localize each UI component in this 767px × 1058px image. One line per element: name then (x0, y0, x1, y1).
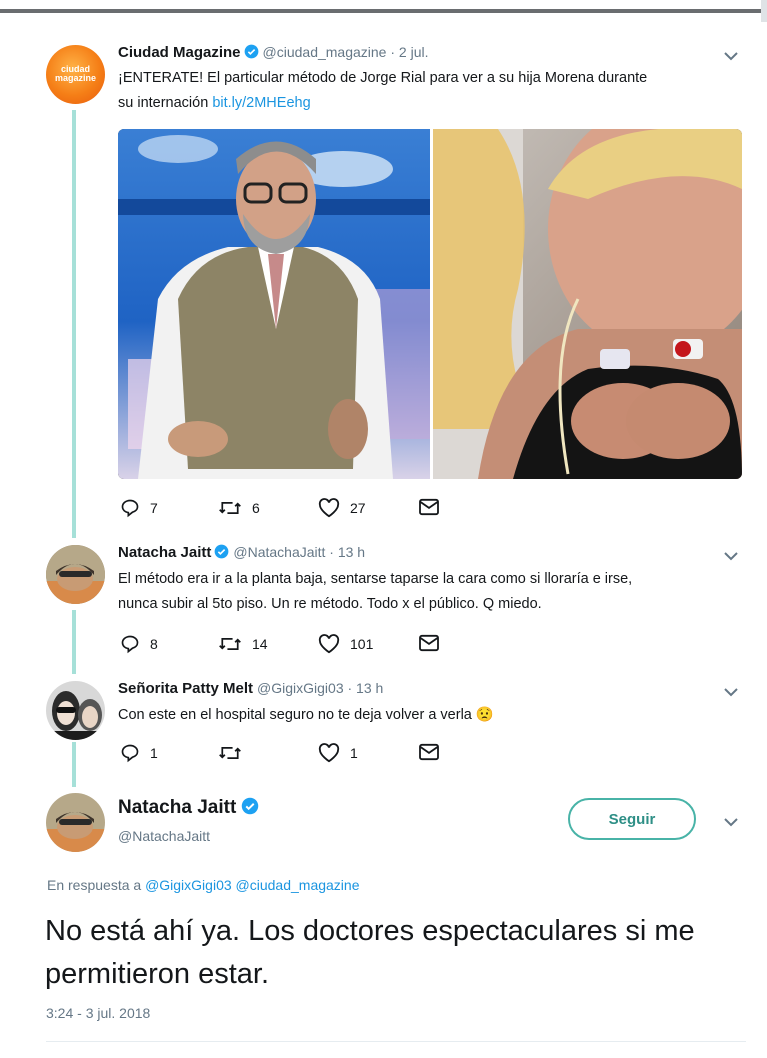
like-icon (318, 498, 340, 518)
tweet-text-plain: su internación (118, 95, 213, 111)
message-button[interactable] (418, 634, 440, 652)
main-author-handle[interactable]: @NatachaJaitt (118, 828, 210, 844)
main-author-name[interactable]: Natacha Jaitt (118, 797, 236, 818)
follow-button[interactable]: Seguir (568, 798, 696, 840)
avatar-photo (46, 545, 105, 604)
reply-context: En respuesta a @GigixGigi03 @ciudad_maga… (47, 877, 360, 893)
avatar-patty-melt[interactable] (46, 681, 105, 740)
tweet-text-line: El método era ir a la planta baja, senta… (118, 571, 633, 587)
media-images (118, 129, 742, 479)
retweet-count: 14 (252, 636, 268, 652)
chevron-down-icon[interactable] (724, 687, 738, 697)
like-icon (318, 634, 340, 654)
top-divider (0, 9, 767, 13)
tweet-actions: 1 1 (120, 743, 450, 765)
tweet-header: Ciudad Magazine @ciudad_magazine · 2 jul. (118, 44, 429, 61)
bottom-divider (46, 1041, 746, 1042)
worried-face-emoji: 😟 (475, 707, 494, 723)
avatar-natacha-jaitt[interactable] (46, 545, 105, 604)
window-top-bar (0, 0, 767, 22)
thread-line-1 (72, 110, 76, 538)
like-icon (318, 743, 340, 763)
verified-icon (215, 544, 229, 559)
retweet-button[interactable] (218, 743, 252, 763)
tweet-text-line: su internación bit.ly/2MHEehg (118, 91, 748, 116)
tweet-actions: 7 6 27 (120, 498, 450, 520)
reply-count: 1 (150, 745, 158, 761)
reply-icon (121, 635, 139, 654)
message-button[interactable] (418, 743, 440, 761)
reply-button[interactable]: 1 (120, 743, 158, 763)
verified-icon (242, 797, 259, 815)
like-button[interactable]: 101 (318, 634, 373, 654)
reply-icon (121, 744, 139, 763)
author-name[interactable]: Natacha Jaitt (118, 544, 211, 561)
retweet-icon (219, 502, 241, 514)
message-icon (419, 743, 439, 761)
author-handle[interactable]: @NatachaJaitt · 13 h (233, 544, 365, 560)
tweet-text: ¡ENTERATE! El particular método de Jorge… (118, 66, 748, 116)
like-count: 101 (350, 636, 374, 652)
tweet-link[interactable]: bit.ly/2MHEehg (212, 95, 310, 111)
chevron-down-icon[interactable] (724, 551, 738, 561)
author-handle[interactable]: @GigixGigi03 · 13 h (257, 680, 383, 696)
like-button[interactable]: 27 (318, 498, 366, 518)
tweet-text-line: nunca subir al 5to piso. Un re método. T… (118, 596, 542, 612)
main-tweet-text: No está ahí ya. Los doctores espectacula… (45, 915, 695, 990)
retweet-icon (219, 747, 241, 759)
tweet-header: Natacha Jaitt @NatachaJaitt · 13 h (118, 544, 365, 561)
reply-prefix: En respuesta a (47, 877, 142, 893)
retweet-icon (219, 638, 241, 650)
avatar-ciudad-magazine[interactable]: ciudad magazine (46, 45, 105, 104)
verified-icon (244, 44, 258, 59)
retweet-count: 6 (252, 500, 260, 516)
reply-count: 8 (150, 636, 158, 652)
thread-line-2 (72, 610, 76, 674)
photo-man-in-studio (118, 129, 430, 479)
author-name[interactable]: Ciudad Magazine (118, 44, 241, 61)
reply-button[interactable]: 8 (120, 634, 158, 654)
reply-button[interactable]: 7 (120, 498, 158, 518)
reply-mentions[interactable]: @GigixGigi03 @ciudad_magazine (145, 877, 359, 893)
like-count: 27 (350, 500, 366, 516)
reply-count: 7 (150, 500, 158, 516)
tweet-timestamp[interactable]: 3:24 - 3 jul. 2018 (46, 1005, 150, 1021)
scrollbar-edge[interactable] (761, 0, 767, 22)
avatar-photo (46, 793, 105, 852)
tweet-actions: 8 14 101 (120, 634, 450, 656)
tweet-media[interactable] (118, 129, 742, 479)
tweet-text-content: Con este en el hospital seguro no te dej… (118, 707, 472, 723)
avatar-photo (46, 681, 105, 740)
reply-icon (121, 499, 139, 518)
author-handle[interactable]: @ciudad_magazine · 2 jul. (263, 44, 429, 60)
retweet-button[interactable]: 6 (218, 498, 260, 518)
photo-woman-in-hospital (433, 129, 742, 479)
tweet-text: Con este en el hospital seguro no te dej… (118, 703, 748, 728)
message-icon (419, 634, 439, 652)
chevron-down-icon[interactable] (724, 51, 738, 61)
avatar-logo-text: ciudad magazine (54, 64, 96, 83)
retweet-button[interactable]: 14 (218, 634, 268, 654)
tweet-header: Señorita Patty Melt @GigixGigi03 · 13 h (118, 680, 383, 697)
tweet-text-line: ¡ENTERATE! El particular método de Jorge… (118, 70, 648, 86)
tweet-text: El método era ir a la planta baja, senta… (118, 567, 748, 617)
author-name[interactable]: Señorita Patty Melt (118, 680, 253, 697)
avatar-main-natacha-jaitt[interactable] (46, 793, 105, 852)
like-count: 1 (350, 745, 358, 761)
like-button[interactable]: 1 (318, 743, 358, 763)
chevron-down-icon[interactable] (724, 817, 738, 827)
message-icon (419, 498, 439, 516)
thread-line-3 (72, 742, 76, 787)
message-button[interactable] (418, 498, 440, 516)
main-author-name-row: Natacha Jaitt (118, 797, 259, 819)
